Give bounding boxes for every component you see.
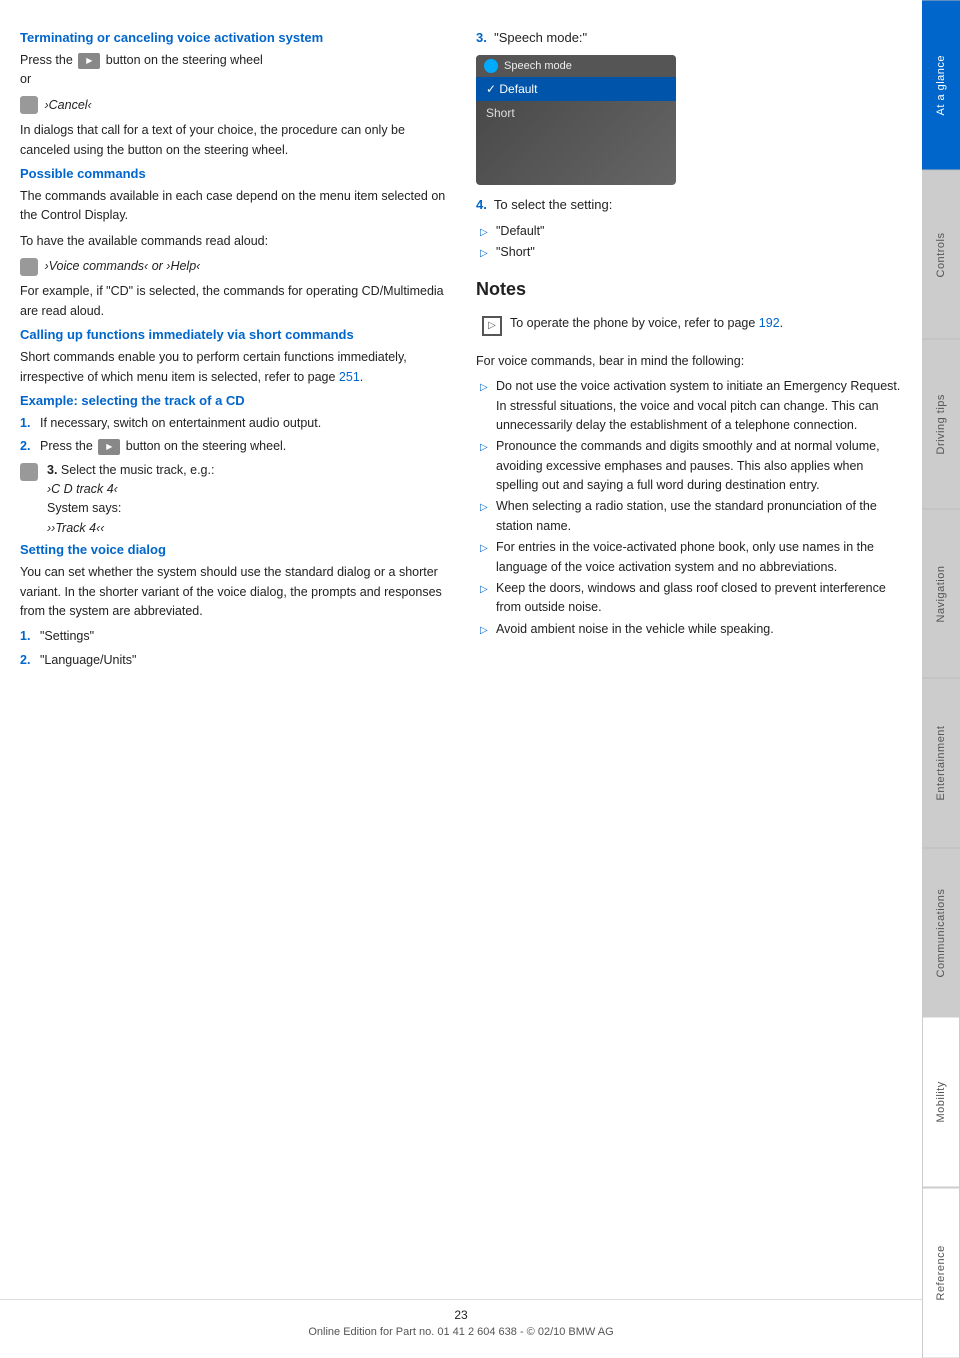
voice-icon-step3	[20, 463, 38, 481]
note-bullet-4: ▷ For entries in the voice-activated pho…	[476, 538, 902, 577]
steering-btn-icon-step2	[98, 439, 120, 455]
notes-section: Notes To operate the phone by voice, ref…	[476, 279, 902, 639]
page-ref-251: 251	[339, 370, 360, 384]
heading-terminating: Terminating or canceling voice activatio…	[20, 30, 446, 45]
step3-right: 3. "Speech mode:"	[476, 30, 902, 45]
para-commands-depend: The commands available in each case depe…	[20, 187, 446, 226]
settings-step-2: 2. "Language/Units"	[20, 651, 446, 670]
speech-mode-screenshot: Speech mode ✓ Default Short	[476, 55, 676, 185]
tab-reference[interactable]: Reference	[922, 1188, 960, 1358]
screenshot-default-item: ✓ Default	[476, 77, 676, 101]
voice-icon-commands	[20, 258, 38, 276]
note-bullet-5: ▷ Keep the doors, windows and glass roof…	[476, 579, 902, 618]
heading-calling-functions: Calling up functions immediately via sho…	[20, 327, 446, 342]
para-read-aloud: To have the available commands read alou…	[20, 232, 446, 251]
note-bullet-1: ▷ Do not use the voice activation system…	[476, 377, 902, 435]
section-calling-functions: Calling up functions immediately via sho…	[20, 327, 446, 387]
footer-text: Online Edition for Part no. 01 41 2 604 …	[308, 1326, 613, 1338]
section-example-cd: Example: selecting the track of a CD 1. …	[20, 393, 446, 538]
tab-at-a-glance[interactable]: At a glance	[922, 0, 960, 170]
cancel-cmd-line: ›Cancel‹	[20, 96, 446, 115]
notes-box: To operate the phone by voice, refer to …	[476, 308, 902, 342]
notes-title: Notes	[476, 279, 902, 300]
sidebar-tabs: At a glance Controls Driving tips Naviga…	[922, 0, 960, 1358]
tab-controls[interactable]: Controls	[922, 170, 960, 340]
steps-list: 1. If necessary, switch on entertainment…	[20, 414, 446, 457]
heading-setting-voice-dialog: Setting the voice dialog	[20, 542, 446, 557]
notes-icon	[482, 316, 502, 336]
step-3-with-icon: 3. Select the music track, e.g.: ›C D tr…	[20, 461, 446, 539]
section-possible-commands: Possible commands The commands available…	[20, 166, 446, 321]
section-terminating: Terminating or canceling voice activatio…	[20, 30, 446, 160]
note-bullet-6: ▷ Avoid ambient noise in the vehicle whi…	[476, 620, 902, 639]
page-number: 23	[0, 1308, 922, 1322]
para-press: Press the button on the steering wheel o…	[20, 51, 446, 90]
note-bullet-3: ▷ When selecting a radio station, use th…	[476, 497, 902, 536]
page-footer: 23 Online Edition for Part no. 01 41 2 6…	[0, 1299, 922, 1338]
heading-example-cd: Example: selecting the track of a CD	[20, 393, 446, 408]
tab-communications[interactable]: Communications	[922, 848, 960, 1018]
screenshot-titlebar: Speech mode	[476, 55, 676, 77]
tab-driving-tips[interactable]: Driving tips	[922, 339, 960, 509]
note-bullet-2: ▷ Pronounce the commands and digits smoo…	[476, 437, 902, 495]
step4-block: 4. To select the setting:	[476, 197, 902, 212]
cmd-voice-help: ›Voice commands‹ or ›Help‹	[20, 257, 446, 276]
option-default: ▷ "Default"	[476, 222, 902, 241]
heading-possible-commands: Possible commands	[20, 166, 446, 181]
para-cd-example: For example, if "CD" is selected, the co…	[20, 282, 446, 321]
para-dialogs: In dialogs that call for a text of your …	[20, 121, 446, 160]
notes-bullets: ▷ Do not use the voice activation system…	[476, 377, 902, 639]
tab-navigation[interactable]: Navigation	[922, 509, 960, 679]
speech-dot-icon	[484, 59, 498, 73]
page-ref-192: 192	[759, 316, 780, 330]
para-setting-desc: You can set whether the system should us…	[20, 563, 446, 621]
screenshot-short-item: Short	[476, 101, 676, 125]
settings-step-1: 1. "Settings"	[20, 627, 446, 646]
tab-mobility[interactable]: Mobility	[922, 1017, 960, 1188]
step-1: 1. If necessary, switch on entertainment…	[20, 414, 446, 433]
steering-wheel-button-icon	[78, 53, 100, 69]
step-2: 2. Press the button on the steering whee…	[20, 437, 446, 456]
option-short: ▷ "Short"	[476, 243, 902, 262]
section-setting-voice-dialog: Setting the voice dialog You can set whe…	[20, 542, 446, 670]
step4-options: ▷ "Default" ▷ "Short"	[476, 222, 902, 263]
voice-icon-cancel	[20, 96, 38, 114]
para-voice-commands-note: For voice commands, bear in mind the fol…	[476, 352, 902, 371]
tab-entertainment[interactable]: Entertainment	[922, 678, 960, 848]
para-short-commands: Short commands enable you to perform cer…	[20, 348, 446, 387]
settings-steps: 1. "Settings" 2. "Language/Units"	[20, 627, 446, 670]
